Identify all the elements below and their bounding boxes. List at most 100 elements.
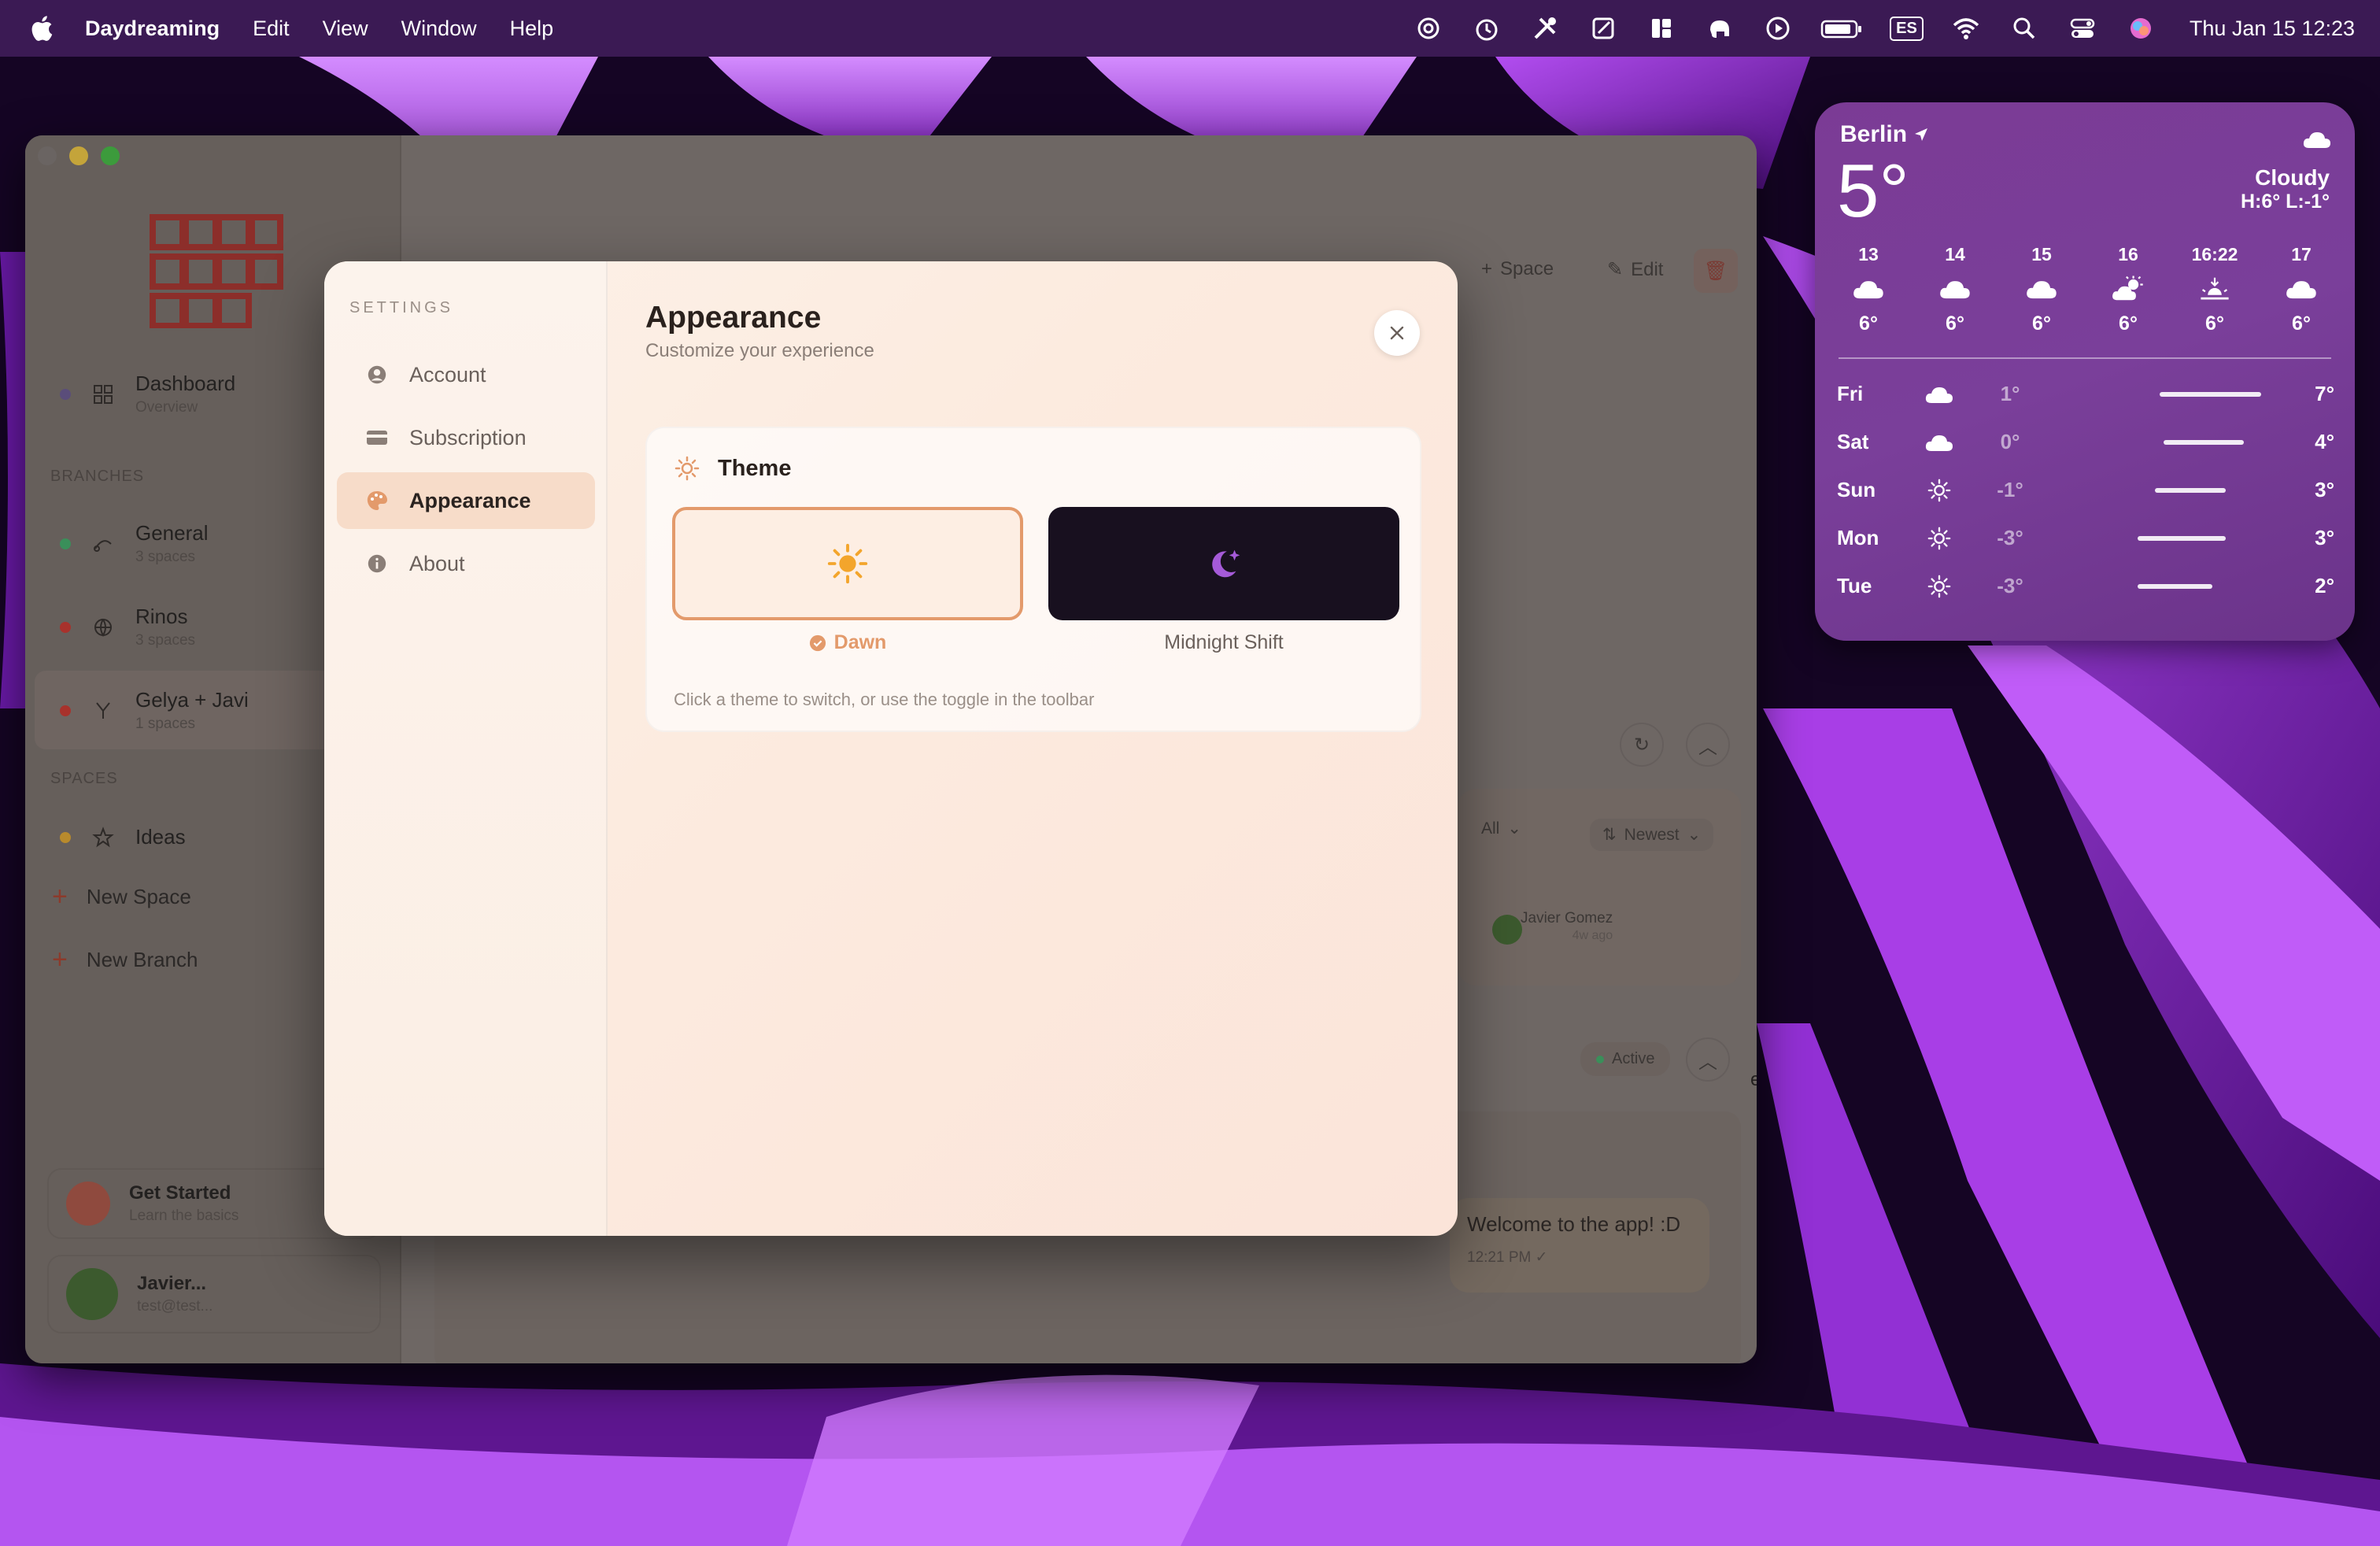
active-label: Active [1612, 1050, 1655, 1067]
wifi-icon[interactable] [1950, 13, 1982, 44]
battery-icon[interactable] [1820, 13, 1863, 44]
elephant-icon[interactable] [1704, 13, 1735, 44]
app-menu-name[interactable]: Daydreaming [85, 17, 220, 41]
star-icon [91, 826, 115, 849]
edit-button[interactable]: ✎ Edit [1607, 258, 1663, 281]
add-space-button[interactable]: + Space [1481, 258, 1554, 280]
timer-icon[interactable] [1471, 13, 1502, 44]
tiles-icon[interactable] [1646, 13, 1677, 44]
user-circle-icon [365, 363, 389, 386]
new-branch-label: New Branch [86, 948, 198, 971]
window-controls [38, 146, 120, 165]
zoom-window-button[interactable] [101, 146, 120, 165]
theme-option-midnight[interactable] [1048, 507, 1399, 620]
close-button[interactable] [1374, 310, 1420, 356]
note-icon[interactable] [1587, 13, 1619, 44]
day-low: -3° [1997, 526, 2023, 549]
day-name: Sun [1837, 478, 1876, 501]
pencil-icon: ✎ [1607, 259, 1624, 280]
settings-item-about[interactable]: About [337, 535, 595, 592]
menu-window[interactable]: Window [401, 17, 477, 41]
hour-time: 14 [1945, 244, 1965, 264]
sidebar-item-ideas[interactable]: Ideas [60, 825, 186, 849]
message-time: 12:21 PM ✓ [1467, 1249, 1548, 1266]
sidebar-item-rinos[interactable]: Rinos 3 spaces [60, 605, 195, 649]
siri-icon[interactable] [2125, 13, 2156, 44]
hour-forecast: 13 6° [1837, 244, 1900, 335]
plus-icon: + [52, 882, 68, 912]
page-title: Appearance [645, 301, 822, 335]
weather-city: Berlin [1840, 121, 1929, 148]
collapse-button-2[interactable]: ︿ [1686, 1037, 1730, 1082]
tools-icon[interactable] [1529, 13, 1561, 44]
settings-item-subscription[interactable]: Subscription [337, 409, 595, 466]
status-area: ES Thu Jan 15 12:23 [1413, 0, 2355, 57]
control-center-icon[interactable] [2067, 13, 2098, 44]
day-low: 1° [2000, 382, 2020, 405]
add-space-label: Space [1500, 258, 1554, 279]
apple-menu-icon[interactable] [30, 13, 57, 44]
hour-forecast: 14 6° [1924, 244, 1986, 335]
hour-forecast: 17 6° [2270, 244, 2333, 335]
settings-item-account[interactable]: Account [337, 346, 595, 403]
credit-card-icon [365, 426, 389, 449]
new-space-label: New Space [86, 885, 191, 908]
settings-heading: SETTINGS [349, 299, 454, 316]
hour-temp: 6° [1946, 313, 1964, 335]
new-space-button[interactable]: + New Space [52, 882, 191, 912]
app-logo [150, 214, 283, 329]
cloud-icon [2303, 132, 2330, 148]
hour-time: 13 [1858, 244, 1879, 264]
input-source-icon[interactable]: ES [1890, 16, 1924, 41]
dashboard-sub: Overview [135, 399, 198, 416]
cloud-icon [1916, 383, 1963, 406]
theme-label-dawn: Dawn [672, 631, 1023, 654]
menu-help[interactable]: Help [510, 17, 554, 41]
side-fragment-text: er [1750, 1069, 1757, 1090]
filter-all-select[interactable]: All ⌄ [1481, 819, 1521, 838]
sidebar-item-general[interactable]: General 3 spaces [60, 521, 209, 566]
settings-sidebar: SETTINGS Account Subscription Appearance… [324, 261, 608, 1236]
hour-forecast: 16 6° [2097, 244, 2160, 335]
page-subtitle: Customize your experience [645, 340, 874, 361]
ideas-dot [60, 831, 71, 843]
day-low: -1° [1997, 478, 2023, 501]
sidebar-item-dashboard[interactable]: Dashboard Overview [60, 372, 235, 416]
menu-bar: Daydreaming Edit View Window Help ES Thu… [0, 0, 2380, 57]
openai-icon[interactable] [1413, 13, 1444, 44]
delete-button[interactable]: 🗑 [1694, 249, 1738, 293]
theme-option-dawn[interactable] [672, 507, 1023, 620]
day-forecast: Mon -3° 3° [1837, 514, 2334, 562]
menu-edit[interactable]: Edit [253, 17, 290, 41]
settings-item-appearance[interactable]: Appearance [337, 472, 595, 529]
day-high: 4° [2315, 430, 2334, 453]
collapse-button[interactable]: ︿ [1686, 723, 1730, 767]
chevron-up-icon: ︿ [1698, 736, 1717, 758]
theme-card: Theme Dawn Midnight Shift Click a theme … [645, 427, 1421, 732]
menu-view[interactable]: View [323, 17, 368, 41]
sun-icon [1916, 526, 1963, 551]
hour-temp: 6° [2032, 313, 2051, 335]
filter-all-label: All [1481, 819, 1500, 838]
location-arrow-icon [1915, 128, 1928, 141]
minimize-window-button[interactable] [69, 146, 88, 165]
account-label: Account [409, 362, 486, 386]
hour-forecast: 16:22 6° [2183, 244, 2246, 335]
user-card[interactable]: Javier... test@test... [47, 1255, 381, 1333]
weather-widget[interactable]: Berlin 5° Cloudy H:6° L:-1° 13 6° 14 6° … [1815, 102, 2355, 641]
sort-select[interactable]: ⇅ Newest ⌄ [1590, 819, 1714, 851]
general-sub: 3 spaces [135, 549, 196, 565]
weather-city-label: Berlin [1840, 121, 1908, 147]
user-name: Javier... [137, 1273, 207, 1294]
active-dot [1596, 1055, 1604, 1063]
day-low: -3° [1997, 574, 2023, 597]
play-icon[interactable] [1762, 13, 1794, 44]
new-branch-button[interactable]: + New Branch [52, 945, 198, 975]
close-window-button[interactable] [38, 146, 57, 165]
chevron-up-icon: ︿ [1698, 1051, 1717, 1073]
menubar-clock[interactable]: Thu Jan 15 12:23 [2190, 17, 2355, 41]
sidebar-item-gelya-javi[interactable]: Gelya + Javi 1 spaces [60, 688, 249, 733]
day-name: Sat [1837, 430, 1869, 453]
refresh-button[interactable]: ↻ [1620, 723, 1664, 767]
search-icon[interactable] [2009, 13, 2040, 44]
